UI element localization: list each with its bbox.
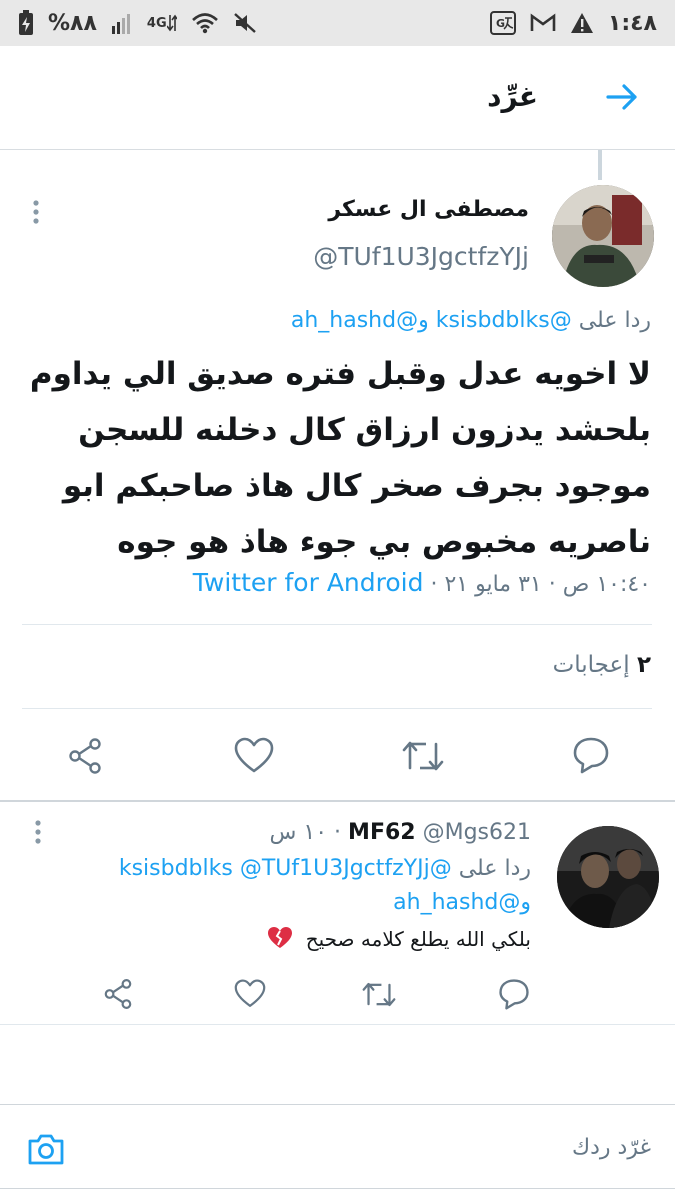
replying-to: ردا على @ksisbdblks و@ah_hashd [291, 308, 651, 333]
reply-text-line: بلكي الله يطلع كلامه صحيح [267, 926, 531, 955]
reply-bubble-icon[interactable] [498, 978, 530, 1014]
replying-to-label: ردا على [458, 856, 531, 881]
like-heart-icon[interactable] [234, 737, 274, 779]
tweet-meta: ١٠:٤٠ ص · ٣١ مايو ٢١ · Twitter for Andro… [193, 568, 651, 597]
translate-icon: G [489, 11, 516, 35]
app-header: غرِّد [0, 46, 675, 150]
broken-heart-icon [267, 926, 293, 955]
reply-text: بلكي الله يطلع كلامه صحيح [305, 927, 531, 951]
divider [22, 708, 652, 709]
battery-charging-icon [18, 10, 34, 36]
mention-conjunction: و [520, 890, 531, 915]
like-heart-icon[interactable] [234, 979, 266, 1013]
clock: ١:٤٨ [607, 10, 657, 36]
more-options-icon[interactable] [30, 818, 46, 848]
likes-label: إعجابات [552, 652, 630, 678]
reply-author-line: MF62 @Mgs621 · ١٠ س [270, 820, 531, 845]
mention-link[interactable]: @ah_hashd [393, 890, 520, 915]
mobile-data-indicator: 4G [147, 13, 177, 33]
likes-count: ٢ [636, 652, 651, 678]
camera-icon[interactable] [26, 1129, 66, 1169]
mention-link[interactable]: @TUf1U3JgctfzYJj [240, 856, 430, 881]
author-avatar[interactable] [552, 185, 654, 287]
tweet-text: لا اخويه عدل وقبل فتره صديق الي يداوم بل… [29, 356, 651, 560]
battery-percent: %٨٨ [48, 10, 97, 36]
network-type: 4G [146, 15, 167, 31]
reply-author-handle[interactable]: @Mgs621 [423, 820, 531, 845]
wifi-icon [191, 12, 219, 34]
page-title: غرِّد [487, 80, 538, 113]
reply-author-name[interactable]: MF62 [348, 820, 416, 845]
reply-timestamp: · ١٠ س [269, 820, 342, 845]
author-handle[interactable]: @TUf1U3JgctfzYJj [313, 242, 529, 271]
more-options-icon[interactable] [28, 198, 44, 228]
reply-bubble-icon[interactable] [572, 736, 610, 778]
status-bar-left: %٨٨ 4G [18, 10, 257, 36]
share-icon[interactable] [102, 978, 134, 1014]
mention-conjunction: و [418, 308, 429, 333]
gmail-icon [530, 13, 556, 33]
likes-stat[interactable]: ٢ إعجابات [553, 652, 651, 678]
signal-weak-icon [111, 12, 133, 34]
reply-author-avatar[interactable] [557, 826, 659, 928]
mention-link[interactable]: @ah_hashd [291, 308, 418, 333]
thread-connector-line [598, 150, 602, 180]
tweet-client-link[interactable]: Twitter for Android [193, 568, 424, 597]
mention-link[interactable]: @ksisbdblks [436, 308, 572, 333]
warning-icon [570, 12, 594, 34]
section-divider [0, 800, 675, 802]
divider [0, 1024, 675, 1025]
back-arrow-icon[interactable] [605, 80, 639, 114]
status-bar: %٨٨ 4G G ١:٤٨ [0, 0, 675, 46]
retweet-icon[interactable] [402, 738, 444, 778]
mute-icon [233, 12, 257, 34]
reply-input-placeholder[interactable]: غرّد ردك [572, 1135, 651, 1160]
reply-replying-to: ردا على @ksisbdblks @TUf1U3JgctfzYJj و@a… [21, 852, 531, 920]
replying-to-label: ردا على [578, 308, 651, 333]
compose-bottom-border [0, 1188, 675, 1189]
svg-text:G: G [496, 17, 505, 30]
retweet-icon[interactable] [362, 980, 396, 1013]
share-icon[interactable] [66, 737, 104, 779]
author-name[interactable]: مصطفى ال عسكر [328, 197, 529, 222]
status-bar-right: G ١:٤٨ [489, 10, 657, 36]
tweet-timestamp: ١٠:٤٠ ص · ٣١ مايو ٢١ · [430, 572, 651, 597]
reply-compose-bar[interactable]: غرّد ردك [0, 1105, 675, 1188]
divider [22, 624, 652, 625]
